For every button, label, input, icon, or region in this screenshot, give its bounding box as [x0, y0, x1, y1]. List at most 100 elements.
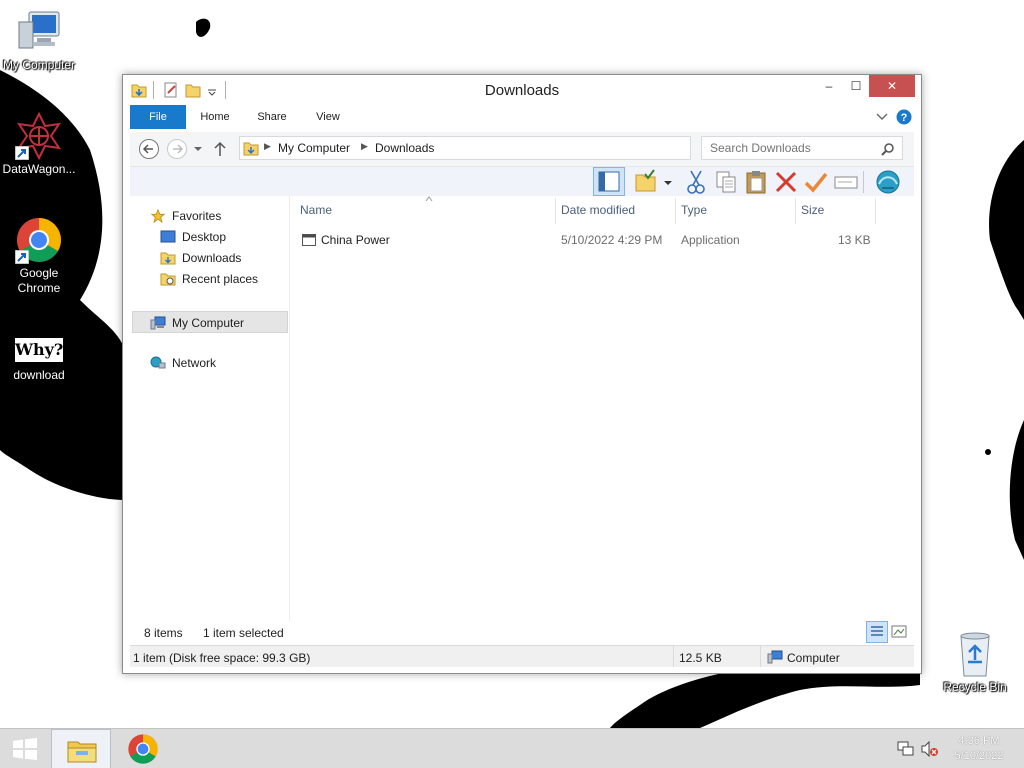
- close-icon: ✕: [886, 79, 898, 93]
- address-row: ▶ My Computer ▶ Downloads: [130, 132, 914, 166]
- computer-icon: [150, 316, 166, 330]
- tab-view[interactable]: View: [308, 105, 348, 129]
- forward-button-icon[interactable]: [166, 138, 188, 160]
- network-icon: [150, 356, 166, 369]
- minimize-button[interactable]: ‒: [815, 75, 843, 97]
- details-status-bar: 1 item (Disk free space: 99.3 GB) 12.5 K…: [130, 645, 914, 667]
- breadcrumb-my-computer[interactable]: My Computer: [278, 141, 350, 155]
- copy-icon[interactable]: [713, 169, 739, 195]
- application-icon: [302, 234, 316, 246]
- computer-icon: [15, 8, 63, 56]
- explorer-window: Downloads ‒ ☐ ✕ File Home Share View ? ▶…: [122, 74, 922, 674]
- ribbon-expand-chevron-icon[interactable]: [876, 112, 888, 122]
- selected-size-status: 12.5 KB: [679, 651, 722, 665]
- taskbar-file-explorer[interactable]: [51, 729, 111, 768]
- desktop-icon-label: download: [13, 368, 65, 382]
- maximize-icon: ☐: [850, 79, 862, 93]
- desktop-icon-download[interactable]: Why? download: [0, 338, 78, 383]
- desktop-icon-label: Recycle Bin: [943, 680, 1007, 694]
- desktop-icon-recycle-bin[interactable]: Recycle Bin: [936, 630, 1014, 695]
- item-count: 8 items: [144, 626, 183, 640]
- system-clock[interactable]: 4:36 PM 5/10/2022: [946, 734, 1012, 764]
- tab-home[interactable]: Home: [192, 105, 238, 129]
- command-toolbar: [130, 166, 914, 196]
- cut-icon[interactable]: [683, 169, 709, 195]
- rename-icon[interactable]: [833, 169, 859, 195]
- details-view-icon[interactable]: [866, 621, 888, 643]
- sort-indicator-icon: [425, 196, 433, 202]
- window-title: Downloads: [484, 82, 560, 99]
- up-arrow-icon[interactable]: [212, 138, 228, 160]
- chrome-icon: [15, 216, 63, 264]
- help-icon[interactable]: ?: [896, 109, 912, 125]
- nav-my-computer-selected[interactable]: My Computer: [132, 311, 288, 333]
- desktop-icon: [160, 230, 176, 243]
- dropdown-chevron-icon[interactable]: [661, 169, 675, 195]
- column-header-type[interactable]: Type: [681, 200, 707, 220]
- desktop-icon-datawagon[interactable]: DataWagon...: [0, 111, 78, 177]
- desktop-icon-label: Google Chrome: [17, 266, 61, 295]
- location-status: Computer: [787, 651, 840, 665]
- breadcrumb-separator-icon[interactable]: ▶: [361, 141, 368, 152]
- recycle-bin-icon: [951, 630, 999, 678]
- chrome-icon: [128, 734, 158, 764]
- delete-icon[interactable]: [773, 169, 799, 195]
- file-size: 13 KB: [838, 233, 871, 247]
- search-input[interactable]: [701, 136, 903, 160]
- checkmark-icon[interactable]: [803, 169, 829, 195]
- datawagon-icon: [15, 111, 63, 161]
- tab-file[interactable]: File: [130, 105, 186, 129]
- select-folder-icon[interactable]: [633, 169, 659, 195]
- recent-places-icon: [160, 273, 176, 286]
- column-header-size[interactable]: Size: [801, 200, 824, 220]
- why-image-icon: Why?: [15, 338, 63, 366]
- file-type: Application: [681, 233, 740, 247]
- desktop-icon-google-chrome[interactable]: Google Chrome: [0, 216, 78, 296]
- network-tray-icon[interactable]: [897, 741, 915, 757]
- breadcrumb-separator-icon[interactable]: ▶: [264, 141, 271, 152]
- start-button[interactable]: [0, 729, 50, 768]
- file-explorer-icon: [67, 741, 97, 763]
- title-bar[interactable]: Downloads ‒ ☐ ✕: [123, 75, 921, 105]
- file-date: 5/10/2022 4:29 PM: [561, 233, 663, 247]
- desktop-icon-my-computer[interactable]: My Computer: [0, 8, 78, 73]
- file-name: China Power: [321, 233, 390, 247]
- file-list: Name Date modified Type Size China Power…: [291, 196, 914, 641]
- desktop-icon-label: DataWagon...: [2, 162, 76, 176]
- back-button-icon[interactable]: [138, 138, 160, 160]
- taskbar-google-chrome[interactable]: [115, 729, 171, 768]
- star-icon: [150, 209, 166, 223]
- recent-locations-chevron-icon[interactable]: [192, 138, 204, 160]
- address-bar[interactable]: ▶ My Computer ▶ Downloads: [239, 136, 793, 160]
- computer-icon: [767, 650, 783, 664]
- close-button[interactable]: ✕: [869, 75, 915, 97]
- shell-icon[interactable]: [875, 169, 901, 195]
- column-header-date-modified[interactable]: Date modified: [561, 200, 635, 220]
- clock-time: 4:36 PM: [958, 735, 1000, 747]
- paste-icon[interactable]: [743, 169, 769, 195]
- status-bar: 8 items 1 item selected: [130, 621, 914, 643]
- shortcut-arrow-icon: [15, 250, 29, 264]
- svg-text:?: ?: [901, 112, 908, 124]
- maximize-button[interactable]: ☐: [843, 75, 869, 97]
- column-header-name[interactable]: Name: [300, 200, 332, 220]
- downloads-folder-icon: [160, 252, 176, 265]
- shortcut-arrow-icon: [15, 146, 29, 160]
- navigation-pane: Favorites Desktop Downloads Recent place…: [130, 196, 290, 641]
- taskbar: 4:36 PM 5/10/2022: [0, 728, 1024, 768]
- windows-logo-icon: [13, 738, 37, 760]
- folder-down-icon: [243, 142, 259, 156]
- preview-pane-icon[interactable]: [593, 167, 625, 196]
- search-icon[interactable]: [881, 142, 895, 156]
- ribbon-tabs: File Home Share View ?: [130, 105, 914, 129]
- desktop-icon-label: My Computer: [2, 58, 76, 72]
- minimize-icon: ‒: [825, 79, 833, 93]
- disk-free-status: 1 item (Disk free space: 99.3 GB): [133, 651, 311, 665]
- large-icons-view-icon[interactable]: [891, 624, 907, 640]
- file-row[interactable]: China Power 5/10/2022 4:29 PM Applicatio…: [291, 229, 891, 251]
- selection-count: 1 item selected: [203, 626, 284, 640]
- breadcrumb-downloads[interactable]: Downloads: [375, 141, 434, 155]
- clock-date: 5/10/2022: [954, 750, 1004, 762]
- tab-share[interactable]: Share: [250, 105, 294, 129]
- volume-muted-icon[interactable]: [921, 741, 939, 757]
